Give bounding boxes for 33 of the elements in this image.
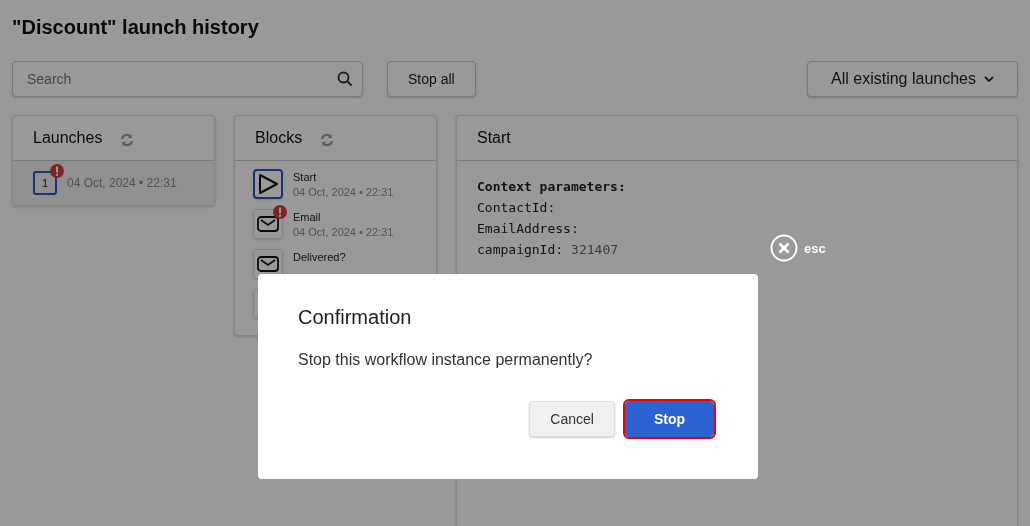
launch-item[interactable]: 1 04 Oct, 2024 • 22:31 xyxy=(13,161,214,205)
dialog-message: Stop this workflow instance permanently? xyxy=(298,351,594,369)
stop-button[interactable]: Stop xyxy=(624,401,714,437)
envelope-icon xyxy=(257,216,279,232)
block-name: Start xyxy=(293,171,318,183)
panel-title: Blocks xyxy=(255,129,303,147)
param-name: EmailAddress: xyxy=(477,221,579,236)
param-name: ContactId: xyxy=(477,200,556,215)
error-badge-icon xyxy=(50,164,64,178)
block-name: Email xyxy=(293,211,322,223)
cancel-button[interactable]: Cancel xyxy=(529,401,615,437)
caret-icon xyxy=(984,76,994,82)
search-icon[interactable] xyxy=(337,71,353,87)
envelope-icon xyxy=(257,256,279,272)
block-icon-box[interactable] xyxy=(253,169,283,199)
block-time: 04 Oct, 2024 • 22:31 xyxy=(293,186,394,198)
close-icon[interactable] xyxy=(770,234,798,262)
stop-all-button[interactable]: Stop all xyxy=(387,61,476,97)
dialog-title: Confirmation xyxy=(298,306,413,329)
page-title: "Discount" launch history xyxy=(12,16,260,39)
param-name: campaignId: xyxy=(477,242,564,257)
play-icon xyxy=(257,173,279,195)
error-badge-icon xyxy=(273,205,287,219)
block-time: 04 Oct, 2024 • 22:31 xyxy=(293,226,394,238)
context-heading: Context parameters: xyxy=(477,179,627,194)
launch-time: 04 Oct, 2024 • 22:31 xyxy=(67,176,177,190)
search-field[interactable]: Search xyxy=(12,61,363,97)
block-name: Delivered? xyxy=(293,251,346,263)
param-value: 321407 xyxy=(571,242,619,257)
filter-dropdown[interactable]: All existing launches xyxy=(807,61,1018,97)
esc-hint: esc xyxy=(804,240,826,256)
panel-title: Launches xyxy=(33,129,103,147)
panel-title: Start xyxy=(477,129,511,147)
